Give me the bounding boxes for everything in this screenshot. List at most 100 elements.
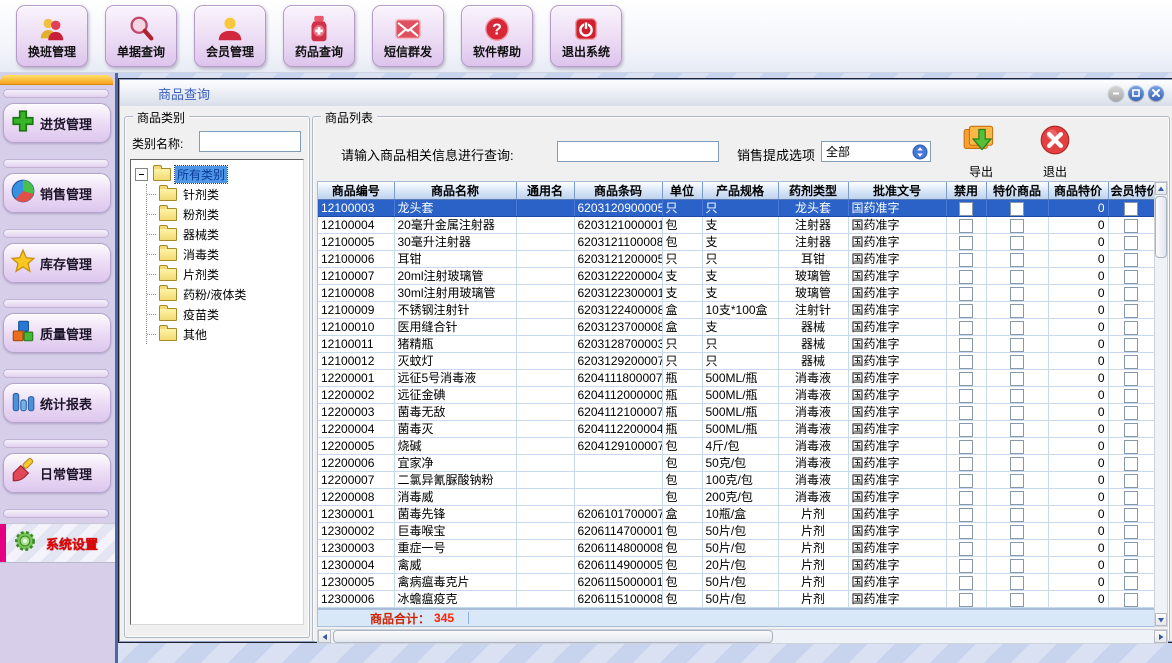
tree-item-label[interactable]: 针剂类 — [181, 186, 221, 203]
tree-item[interactable]: 器械类 — [147, 224, 303, 244]
tree-item[interactable]: 其他 — [147, 324, 303, 344]
software-help-button[interactable]: ? 软件帮助 — [461, 5, 533, 67]
table-row[interactable]: 1210000830ml注射用玻璃管6203122300001支支玻璃管国药准字… — [318, 285, 1154, 302]
vertical-scrollbar[interactable] — [1154, 181, 1168, 627]
sidebar-item-sales[interactable]: 销售管理 — [3, 173, 111, 213]
checkbox[interactable] — [959, 219, 973, 233]
checkbox[interactable] — [1010, 219, 1024, 233]
table-row[interactable]: 1210000720ml注射玻璃管6203122200004支支玻璃管国药准字0 — [318, 268, 1154, 285]
maximize-button[interactable] — [1128, 85, 1144, 101]
checkbox[interactable] — [959, 406, 973, 420]
checkbox[interactable] — [1010, 491, 1024, 505]
column-header[interactable]: 商品编号 — [318, 182, 394, 200]
sidebar-item-quality[interactable]: 质量管理 — [3, 313, 111, 353]
vertical-scroll-thumb[interactable] — [1155, 196, 1167, 258]
tree-item[interactable]: 药粉/液体类 — [147, 284, 303, 304]
table-row[interactable]: 12200007二氯异氰脲酸钠粉包100克/包消毒液国药准字0 — [318, 472, 1154, 489]
checkbox[interactable] — [1124, 457, 1138, 471]
table-row[interactable]: 1210000530毫升注射器6203121100008包支注射器国药准字0 — [318, 234, 1154, 251]
checkbox[interactable] — [1010, 253, 1024, 267]
column-header[interactable]: 批准文号 — [848, 182, 946, 200]
checkbox[interactable] — [1010, 593, 1024, 607]
table-row[interactable]: 12200002远征金碘6204112000000瓶500ML/瓶消毒液国药准字… — [318, 387, 1154, 404]
checkbox[interactable] — [1124, 593, 1138, 607]
checkbox[interactable] — [1124, 372, 1138, 386]
checkbox[interactable] — [959, 321, 973, 335]
checkbox[interactable] — [1124, 559, 1138, 573]
drug-query-button[interactable]: 药品查询 — [283, 5, 355, 67]
checkbox[interactable] — [959, 525, 973, 539]
checkbox[interactable] — [1124, 525, 1138, 539]
checkbox[interactable] — [1010, 321, 1024, 335]
horizontal-scroll-thumb[interactable] — [333, 630, 773, 643]
checkbox[interactable] — [1010, 389, 1024, 403]
column-header[interactable]: 商品条码 — [574, 182, 662, 200]
checkbox[interactable] — [1124, 219, 1138, 233]
tab-product-query[interactable]: 商品查询 — [158, 84, 210, 103]
spinner-icon[interactable] — [912, 144, 928, 160]
checkbox[interactable] — [959, 372, 973, 386]
checkbox[interactable] — [1124, 491, 1138, 505]
scroll-down-button[interactable] — [1155, 613, 1167, 626]
tree-item-label[interactable]: 药粉/液体类 — [181, 286, 248, 303]
checkbox[interactable] — [959, 338, 973, 352]
checkbox[interactable] — [1124, 389, 1138, 403]
column-header[interactable]: 特价商品 — [986, 182, 1048, 200]
checkbox[interactable] — [959, 253, 973, 267]
checkbox[interactable] — [959, 576, 973, 590]
table-row[interactable]: 12200005烧碱6204129100007包4斤/包消毒液国药准字0 — [318, 438, 1154, 455]
table-row[interactable]: 12100006耳钳6203121200005只只耳钳国药准字0 — [318, 251, 1154, 268]
table-row[interactable]: 12300002巨毒喉宝6206114700001包50片/包片剂国药准字0 — [318, 523, 1154, 540]
checkbox[interactable] — [1010, 542, 1024, 556]
table-row[interactable]: 12100003龙头套6203120900005只只龙头套国药准字0 — [318, 200, 1154, 217]
checkbox[interactable] — [1124, 406, 1138, 420]
collapse-icon[interactable] — [135, 168, 148, 181]
minimize-button[interactable] — [1108, 85, 1124, 101]
table-row[interactable]: 12200006宜家净包50克/包消毒液国药准字0 — [318, 455, 1154, 472]
table-row[interactable]: 12300006冰蟾瘟疫克6206115100008包50片/包片剂国药准字0 — [318, 591, 1154, 608]
column-header[interactable]: 禁用 — [946, 182, 986, 200]
checkbox[interactable] — [959, 270, 973, 284]
table-row[interactable]: 12100012灭蚊灯6203129200007只只器械国药准字0 — [318, 353, 1154, 370]
tree-item-label[interactable]: 疫苗类 — [181, 306, 221, 323]
checkbox[interactable] — [1124, 474, 1138, 488]
tree-item[interactable]: 疫苗类 — [147, 304, 303, 324]
table-row[interactable]: 1210000420毫升金属注射器6203121000001包支注射器国药准字0 — [318, 217, 1154, 234]
checkbox[interactable] — [1010, 287, 1024, 301]
receipt-query-button[interactable]: 单据查询 — [105, 5, 177, 67]
column-header[interactable]: 商品名称 — [394, 182, 516, 200]
checkbox[interactable] — [1010, 270, 1024, 284]
checkbox[interactable] — [1010, 372, 1024, 386]
checkbox[interactable] — [1010, 236, 1024, 250]
checkbox[interactable] — [1010, 304, 1024, 318]
exit-button[interactable]: 退出 — [1029, 123, 1081, 180]
checkbox[interactable] — [1010, 406, 1024, 420]
scroll-up-button[interactable] — [1155, 182, 1167, 195]
exit-system-button[interactable]: 退出系统 — [550, 5, 622, 67]
tree-item[interactable]: 针剂类 — [147, 184, 303, 204]
checkbox[interactable] — [959, 355, 973, 369]
checkbox[interactable] — [959, 236, 973, 250]
close-button[interactable] — [1148, 85, 1164, 101]
scroll-left-button[interactable] — [318, 630, 331, 643]
sidebar-item-inventory[interactable]: 库存管理 — [3, 243, 111, 283]
checkbox[interactable] — [959, 542, 973, 556]
scroll-right-button[interactable] — [1154, 630, 1167, 643]
checkbox[interactable] — [1124, 355, 1138, 369]
table-row[interactable]: 12200001远征5号消毒液6204111800007瓶500ML/瓶消毒液国… — [318, 370, 1154, 387]
checkbox[interactable] — [1010, 576, 1024, 590]
checkbox[interactable] — [1124, 338, 1138, 352]
tree-item[interactable]: 片剂类 — [147, 264, 303, 284]
tree-item[interactable]: 粉剂类 — [147, 204, 303, 224]
tree-item-label[interactable]: 其他 — [181, 326, 209, 343]
table-row[interactable]: 12100010医用缝合针6203123700008盒支器械国药准字0 — [318, 319, 1154, 336]
checkbox[interactable] — [1124, 423, 1138, 437]
product-search-input[interactable] — [557, 141, 719, 162]
checkbox[interactable] — [959, 559, 973, 573]
column-header[interactable]: 药剂类型 — [778, 182, 848, 200]
sms-broadcast-button[interactable]: 短信群发 — [372, 5, 444, 67]
checkbox[interactable] — [959, 304, 973, 318]
table-row[interactable]: 12300001菌毒先锋6206101700007盒10瓶/盒片剂国药准字0 — [318, 506, 1154, 523]
checkbox[interactable] — [1124, 508, 1138, 522]
checkbox[interactable] — [959, 508, 973, 522]
